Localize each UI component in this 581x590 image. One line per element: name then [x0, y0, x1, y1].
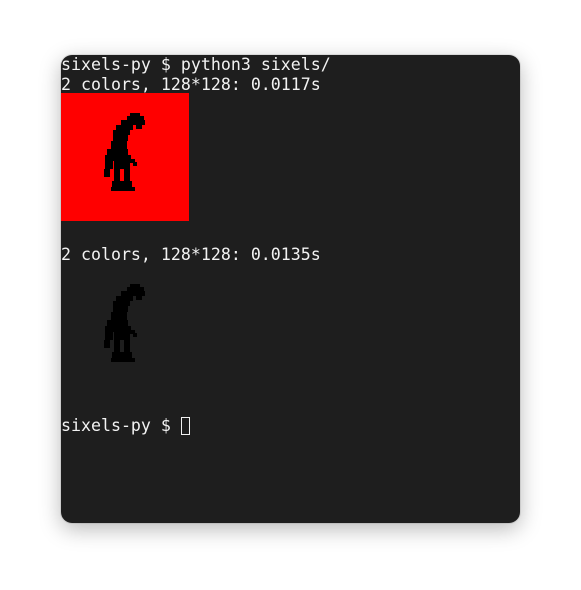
- output-timing-line-2: 2 colors, 128*128: 0.0135s: [61, 245, 321, 264]
- command-text: python3 sixels/: [180, 55, 331, 74]
- terminal-window[interactable]: sixels-py $ python3 sixels/ 2 colors, 12…: [61, 55, 520, 523]
- text-cursor: [180, 417, 190, 435]
- prompt-line[interactable]: sixels-py $: [61, 416, 190, 436]
- command-line: sixels-py $ python3 sixels/: [61, 55, 331, 75]
- sixel-image-1: [61, 93, 189, 221]
- prompt: sixels-py $: [61, 416, 181, 435]
- output-timing-line-1: 2 colors, 128*128: 0.0117s: [61, 75, 321, 94]
- prompt: sixels-py $: [61, 55, 181, 74]
- sixel-image-2: [61, 264, 189, 392]
- silhouette-figure-icon: [104, 284, 145, 362]
